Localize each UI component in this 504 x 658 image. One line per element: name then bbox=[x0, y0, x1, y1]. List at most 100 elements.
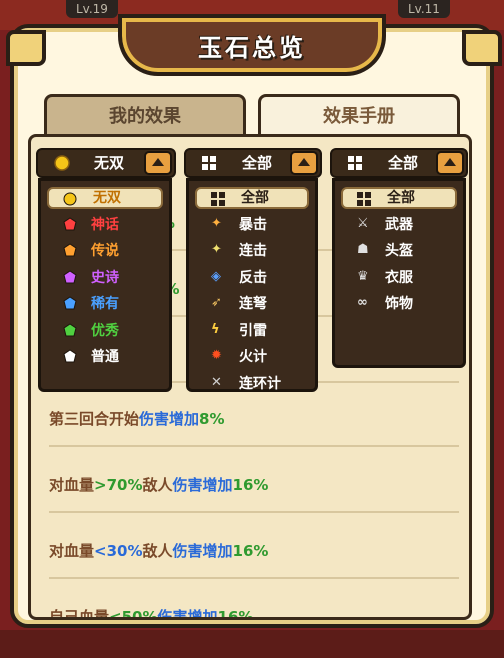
effect-text: 伤害增加 bbox=[172, 542, 233, 560]
sword-crit-icon: ✦ bbox=[211, 215, 222, 231]
gold-orb-icon bbox=[54, 155, 70, 171]
blue-gem-icon bbox=[63, 296, 77, 310]
filter-option-orange-gem[interactable]: 传说 bbox=[47, 240, 163, 262]
gold-orb-icon bbox=[63, 192, 77, 206]
effect-text: <30% bbox=[94, 542, 143, 560]
effect-text: <50% bbox=[109, 608, 158, 620]
effect-text: 敌人 bbox=[142, 542, 173, 560]
effect-type-filter-menu: 全部 ✦ 暴击 ✦ 连击 ◈ 反击 ➶ 连弩 ϟ 引雷 ✹ 火计 ✕ 连环计 bbox=[186, 178, 318, 392]
filter-option-sword[interactable]: ⚔ 武器 bbox=[341, 214, 457, 236]
orange-gem-icon bbox=[63, 243, 77, 257]
rarity-filter-dropdown[interactable]: 无双 bbox=[36, 148, 176, 178]
effect-type-filter-selected: 全部 bbox=[242, 154, 273, 172]
effect-text: 伤害增加 bbox=[172, 476, 233, 494]
row-divider bbox=[49, 445, 459, 447]
shield-counter-icon: ◈ bbox=[211, 268, 221, 284]
grid-icon bbox=[348, 156, 362, 170]
armor-icon: ♛ bbox=[357, 268, 369, 284]
filter-option-helmet[interactable]: ☗ 头盔 bbox=[341, 240, 457, 262]
grid-icon bbox=[202, 156, 216, 170]
filter-option-label: 衣服 bbox=[385, 269, 413, 286]
filter-option-blue-gem[interactable]: 稀有 bbox=[47, 293, 163, 315]
double-hit-icon: ✦ bbox=[211, 242, 222, 257]
rarity-filter-menu: 无双神话传说史诗稀有优秀普通 bbox=[38, 178, 172, 392]
filter-option-red-gem[interactable]: 神话 bbox=[47, 214, 163, 236]
row-divider bbox=[49, 577, 459, 579]
rarity-filter-toggle-icon[interactable] bbox=[144, 151, 172, 175]
filter-option-grid[interactable]: 全部 bbox=[341, 187, 457, 209]
filter-option-lightning[interactable]: ϟ 引雷 bbox=[195, 320, 309, 342]
fire-icon: ✹ bbox=[211, 348, 222, 363]
filter-option-label: 引雷 bbox=[239, 322, 267, 339]
rarity-filter-selected: 无双 bbox=[94, 154, 125, 172]
filter-option-double-hit[interactable]: ✦ 连击 bbox=[195, 240, 309, 262]
sword-icon: ⚔ bbox=[357, 215, 369, 231]
effect-type-filter-dropdown[interactable]: 全部 bbox=[184, 148, 322, 178]
filter-option-label: 优秀 bbox=[91, 322, 119, 339]
filter-option-label: 连弩 bbox=[239, 296, 267, 312]
filter-option-shield-counter[interactable]: ◈ 反击 bbox=[195, 267, 309, 289]
crossbow-icon: ➶ bbox=[211, 295, 222, 310]
filter-option-chain[interactable]: ✕ 连环计 bbox=[195, 373, 309, 395]
effect-text: 16% bbox=[217, 608, 254, 620]
filter-option-white-gem[interactable]: 普通 bbox=[47, 346, 163, 368]
effect-text: 对血量 bbox=[49, 476, 95, 494]
frame-corner-ornament-left bbox=[6, 30, 46, 66]
effect-text: 自己血量 bbox=[49, 608, 110, 620]
equipment-filter-toggle-icon[interactable] bbox=[436, 151, 464, 175]
level-badge-right: Lv.11 bbox=[398, 0, 450, 18]
filter-option-label: 暴击 bbox=[239, 216, 267, 233]
equipment-filter-dropdown[interactable]: 全部 bbox=[330, 148, 468, 178]
title-banner: 玉石总览 bbox=[118, 14, 386, 76]
effect-text: 伤害增加 bbox=[157, 608, 218, 620]
filter-option-label: 全部 bbox=[241, 190, 269, 206]
filter-option-fire[interactable]: ✹ 火计 bbox=[195, 346, 309, 368]
equipment-filter-menu: 全部 ⚔ 武器 ☗ 头盔 ♛ 衣服 ∞ 饰物 bbox=[332, 178, 466, 368]
filter-option-label: 稀有 bbox=[91, 296, 119, 312]
filter-option-label: 无双 bbox=[93, 190, 121, 206]
row-divider bbox=[49, 511, 459, 513]
helmet-icon: ☗ bbox=[357, 242, 369, 257]
red-gem-icon bbox=[63, 216, 77, 231]
chain-icon: ✕ bbox=[211, 374, 222, 390]
filter-option-label: 普通 bbox=[91, 349, 119, 365]
filter-option-label: 头盔 bbox=[385, 243, 413, 259]
filter-option-green-gem[interactable]: 优秀 bbox=[47, 320, 163, 342]
accessory-icon: ∞ bbox=[357, 295, 368, 310]
filter-option-label: 反击 bbox=[239, 269, 267, 286]
filter-option-sword-crit[interactable]: ✦ 暴击 bbox=[195, 214, 309, 236]
filter-option-label: 神话 bbox=[91, 216, 119, 233]
effect-text: 16% bbox=[232, 542, 269, 560]
filter-option-grid[interactable]: 全部 bbox=[195, 187, 309, 209]
filter-option-label: 饰物 bbox=[385, 296, 413, 312]
effect-type-filter-toggle-icon[interactable] bbox=[290, 151, 318, 175]
filter-option-purple-gem[interactable]: 史诗 bbox=[47, 267, 163, 289]
page-title: 玉石总览 bbox=[198, 34, 306, 62]
filter-option-gold-orb[interactable]: 无双 bbox=[47, 187, 163, 209]
filter-option-label: 武器 bbox=[385, 216, 413, 233]
purple-gem-icon bbox=[63, 269, 77, 284]
white-gem-icon bbox=[63, 349, 77, 363]
effect-text: 16% bbox=[232, 476, 269, 494]
filter-option-accessory[interactable]: ∞ 饰物 bbox=[341, 293, 457, 315]
filter-option-armor[interactable]: ♛ 衣服 bbox=[341, 267, 457, 289]
effect-text: >70% bbox=[94, 476, 143, 494]
filter-option-label: 连环计 bbox=[239, 375, 281, 392]
level-badge-left: Lv.19 bbox=[66, 0, 118, 18]
effect-row: 对血量>70%敌人伤害增加16% bbox=[49, 461, 459, 509]
effect-row: 自己血量<50%伤害增加16% bbox=[49, 593, 459, 620]
grid-icon bbox=[211, 192, 225, 206]
filter-option-label: 火计 bbox=[239, 349, 267, 365]
tab-effect-handbook[interactable]: 效果手册 bbox=[258, 94, 460, 138]
effect-text: 伤害增加 bbox=[139, 410, 200, 428]
green-gem-icon bbox=[63, 322, 77, 337]
filter-option-crossbow[interactable]: ➶ 连弩 bbox=[195, 293, 309, 315]
grid-icon bbox=[357, 192, 371, 206]
effect-text: 第三回合开始 bbox=[49, 410, 140, 428]
effect-text: 对血量 bbox=[49, 542, 95, 560]
effect-row: 第三回合开始伤害增加8% bbox=[49, 395, 459, 443]
lightning-icon: ϟ bbox=[211, 321, 220, 337]
effect-row: 对血量<30%敌人伤害增加16% bbox=[49, 527, 459, 575]
filter-option-label: 连击 bbox=[239, 243, 267, 259]
tab-my-effects[interactable]: 我的效果 bbox=[44, 94, 246, 138]
